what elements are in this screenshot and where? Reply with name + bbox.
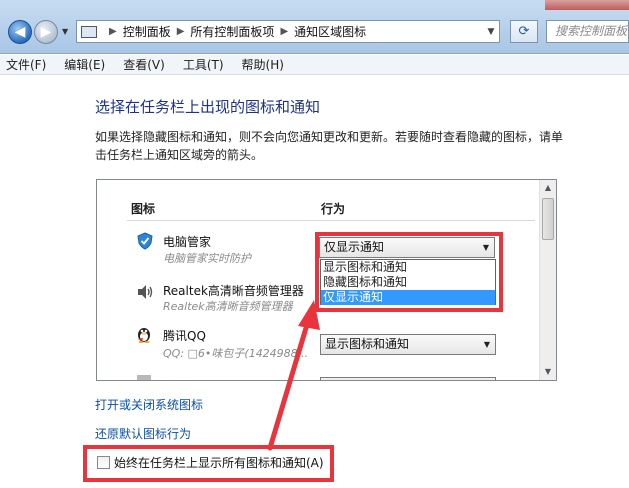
link-restore-defaults[interactable]: 还原默认图标行为 [95, 425, 191, 442]
always-show-checkbox[interactable] [97, 456, 110, 469]
link-system-icons[interactable]: 打开或关闭系统图标 [95, 396, 203, 413]
always-show-checkbox-label[interactable]: 始终在任务栏上显示所有图标和通知(A) [114, 454, 324, 471]
annotation-arrow [267, 300, 320, 451]
